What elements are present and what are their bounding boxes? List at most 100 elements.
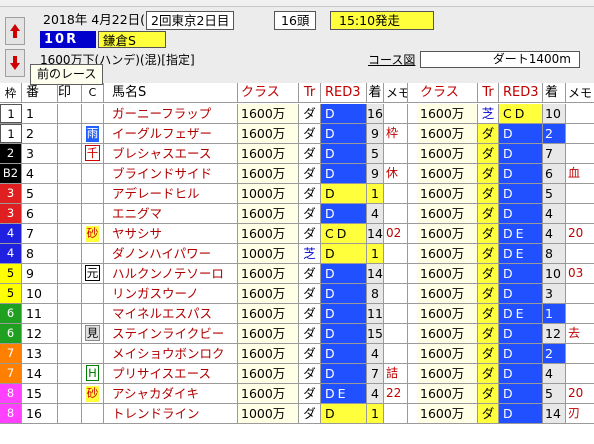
col-header-mark[interactable]: 印: [58, 83, 82, 103]
mark-cell[interactable]: [58, 124, 82, 143]
course-map-link[interactable]: コース図: [368, 52, 415, 68]
table-row[interactable]: 2 3 千ブレシャスエース 1600万ダ D 5 1600万ダ D 7: [0, 144, 594, 164]
mark-cell[interactable]: [58, 104, 82, 123]
memo-cell[interactable]: 22: [384, 384, 408, 403]
memo-cell[interactable]: [384, 344, 408, 363]
horse-name[interactable]: ダノンハイパワー: [104, 244, 238, 263]
memo-cell-2[interactable]: [566, 124, 594, 143]
mark-cell[interactable]: [58, 204, 82, 223]
table-row[interactable]: B2 4 ブラインドサイド 1600万ダ D 9 休 1600万ダ D 6 血: [0, 164, 594, 184]
memo-cell[interactable]: [384, 104, 408, 123]
table-row[interactable]: 1 2 雨イーグルフェザー 1600万ダ D 9 枠 1600万ダ D 2: [0, 124, 594, 144]
table-row[interactable]: 3 6 エニグマ 1600万ダ D 4 1600万ダ D 4: [0, 204, 594, 224]
memo-cell[interactable]: [384, 204, 408, 223]
memo-cell[interactable]: [384, 264, 408, 283]
mark-cell[interactable]: [58, 284, 82, 303]
table-row[interactable]: 3 5 アデレードヒル 1000万ダ D 1 1600万ダ D 5: [0, 184, 594, 204]
col-header-memo[interactable]: メモ: [384, 83, 408, 103]
table-row[interactable]: 4 7 砂ヤサシサ 1600万ダ CD 14 02 1600万ダ DE 4 20: [0, 224, 594, 244]
col-header-finish-2[interactable]: 着: [543, 83, 566, 103]
prev-race-button[interactable]: [5, 17, 25, 45]
memo-cell[interactable]: [384, 144, 408, 163]
mark-cell[interactable]: [58, 344, 82, 363]
table-row[interactable]: 7 14 H プリサイスエース 1600万ダ D 7 詰 1600万ダ D 4: [0, 364, 594, 384]
memo-cell[interactable]: 休: [384, 164, 408, 183]
col-header-track[interactable]: Tr: [299, 83, 321, 103]
mark-cell[interactable]: [58, 244, 82, 263]
memo-cell[interactable]: [384, 184, 408, 203]
horse-name[interactable]: ブラインドサイド: [104, 164, 238, 183]
horse-name[interactable]: ハルクンノテソーロ: [104, 264, 238, 283]
mark-cell[interactable]: [58, 304, 82, 323]
mark-cell[interactable]: [58, 324, 82, 343]
table-row[interactable]: 1 1 ガーニーフラップ 1600万ダ D 16 1600万芝 CD 10: [0, 104, 594, 124]
horse-name[interactable]: エニグマ: [104, 204, 238, 223]
memo-cell[interactable]: 02: [384, 224, 408, 243]
next-race-button[interactable]: [5, 49, 25, 77]
mark-cell[interactable]: [58, 404, 82, 423]
table-row[interactable]: 7 13 メイショウボンロク 1600万ダ D 4 1600万ダ D 2: [0, 344, 594, 364]
table-row[interactable]: 6 11 マイネルエスパス 1600万ダ D 11 1600万ダ DE 1: [0, 304, 594, 324]
col-header-c[interactable]: C: [82, 83, 104, 103]
memo-cell-2[interactable]: [566, 104, 594, 123]
table-row[interactable]: 8 15 砂アシャカダイキ 1600万ダ DE 4 22 1600万ダ D 5 20: [0, 384, 594, 404]
mark-cell[interactable]: [58, 264, 82, 283]
memo-cell-2[interactable]: 20: [566, 384, 594, 403]
col-header-memo-2[interactable]: メモ: [566, 83, 594, 103]
table-row[interactable]: 5 9 元ハルクンノテソーロ 1600万ダ D 14 1600万ダ D 10 03: [0, 264, 594, 284]
horse-name[interactable]: ガーニーフラップ: [104, 104, 238, 123]
memo-cell-2[interactable]: 血: [566, 164, 594, 183]
memo-cell-2[interactable]: [566, 204, 594, 223]
table-row[interactable]: 4 8 ダノンハイパワー 1000万芝 D 1 1600万ダ DE 8: [0, 244, 594, 264]
col-header-class-2[interactable]: クラス: [417, 83, 478, 103]
horse-name[interactable]: イーグルフェザー: [104, 124, 238, 143]
table-row[interactable]: 6 12 見ステインライクビー 1600万ダ D 15 1600万ダ D 12 去: [0, 324, 594, 344]
memo-cell-2[interactable]: 去: [566, 324, 594, 343]
memo-cell-2[interactable]: [566, 284, 594, 303]
col-header-number[interactable]: 番: [22, 83, 58, 103]
memo-cell-2[interactable]: 20: [566, 224, 594, 243]
finish-cell: 15: [367, 324, 384, 343]
col-header-finish[interactable]: 着: [367, 83, 384, 103]
horse-name[interactable]: ヤサシサ: [104, 224, 238, 243]
memo-cell[interactable]: [384, 304, 408, 323]
memo-cell-2[interactable]: 刃: [566, 404, 594, 423]
mark-cell[interactable]: [58, 384, 82, 403]
memo-cell[interactable]: [384, 284, 408, 303]
horse-name[interactable]: アデレードヒル: [104, 184, 238, 203]
memo-cell-2[interactable]: [566, 304, 594, 323]
table-row[interactable]: 8 16 トレンドライン 1000万ダ D 1 1600万ダ D 14 刃: [0, 404, 594, 424]
memo-cell[interactable]: [384, 404, 408, 423]
mark-cell[interactable]: [58, 184, 82, 203]
col-header-waku[interactable]: 枠: [0, 83, 22, 103]
memo-cell-2[interactable]: [566, 244, 594, 263]
memo-cell[interactable]: 詰: [384, 364, 408, 383]
col-header-red3-2[interactable]: RED3: [499, 83, 543, 103]
memo-cell[interactable]: 枠: [384, 124, 408, 143]
mark-cell[interactable]: [58, 164, 82, 183]
horse-name[interactable]: リンガスウーノ: [104, 284, 238, 303]
col-header-horse-name[interactable]: 馬名S: [104, 83, 238, 103]
memo-cell-2[interactable]: [566, 344, 594, 363]
col-header-track-2[interactable]: Tr: [478, 83, 499, 103]
mark-cell[interactable]: [58, 224, 82, 243]
col-header-class[interactable]: クラス: [238, 83, 299, 103]
memo-cell-2[interactable]: 03: [566, 264, 594, 283]
horse-name[interactable]: アシャカダイキ: [104, 384, 238, 403]
memo-cell-2[interactable]: [566, 364, 594, 383]
memo-cell-2[interactable]: [566, 184, 594, 203]
horse-name[interactable]: ステインライクビー: [104, 324, 238, 343]
table-row[interactable]: 5 10 リンガスウーノ 1600万ダ D 8 1600万ダ D 3: [0, 284, 594, 304]
horse-name[interactable]: トレンドライン: [104, 404, 238, 423]
col-header-red3[interactable]: RED3: [321, 83, 367, 103]
memo-cell[interactable]: [384, 324, 408, 343]
memo-cell[interactable]: [384, 244, 408, 263]
mark-cell[interactable]: [58, 364, 82, 383]
horse-name[interactable]: プリサイスエース: [104, 364, 238, 383]
red3-cell-2: DE: [499, 224, 543, 243]
mark-cell[interactable]: [58, 144, 82, 163]
horse-name[interactable]: ブレシャスエース: [104, 144, 238, 163]
horse-name[interactable]: メイショウボンロク: [104, 344, 238, 363]
memo-cell-2[interactable]: [566, 144, 594, 163]
horse-name[interactable]: マイネルエスパス: [104, 304, 238, 323]
